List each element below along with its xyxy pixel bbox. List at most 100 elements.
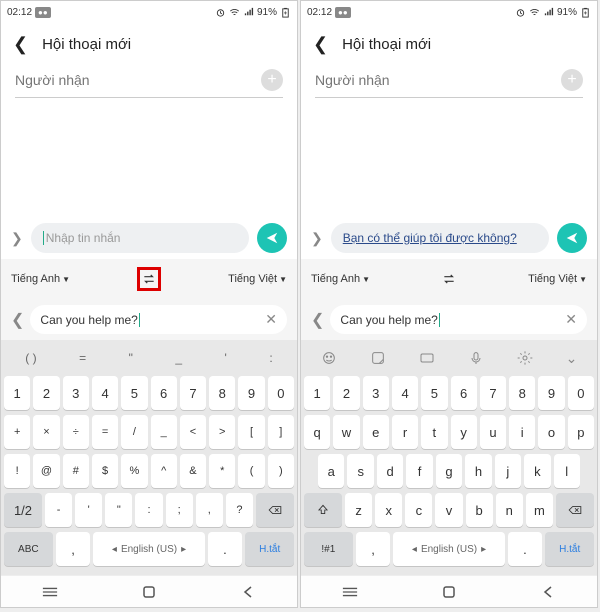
key[interactable]: 0 — [268, 376, 294, 410]
sugg[interactable]: ( ) — [25, 351, 36, 365]
settings-icon[interactable] — [517, 350, 533, 366]
key[interactable]: q — [304, 415, 330, 449]
period-key[interactable]: . — [208, 532, 243, 566]
key[interactable]: 6 — [451, 376, 477, 410]
translate-input[interactable]: Can you help me? ✕ — [30, 305, 287, 334]
key[interactable]: 1 — [4, 376, 30, 410]
back-icon[interactable]: ❮ — [13, 34, 28, 55]
recents-icon[interactable] — [41, 583, 59, 601]
add-recipient-button[interactable]: + — [561, 69, 583, 91]
key[interactable]: ) — [268, 454, 294, 488]
key[interactable]: * — [209, 454, 235, 488]
swap-button[interactable] — [437, 267, 461, 291]
key[interactable]: c — [405, 493, 432, 527]
key[interactable]: # — [63, 454, 89, 488]
space-key[interactable]: ◂English (US)▸ — [93, 532, 204, 566]
key[interactable]: p — [568, 415, 594, 449]
send-button[interactable] — [257, 223, 287, 253]
key[interactable]: ^ — [151, 454, 177, 488]
period-key[interactable]: . — [508, 532, 543, 566]
shortcut-key[interactable]: H.tắt — [545, 532, 594, 566]
back-nav-icon[interactable] — [239, 583, 257, 601]
key[interactable]: 4 — [392, 376, 418, 410]
key[interactable]: n — [496, 493, 523, 527]
collapse-icon[interactable]: ❮ — [11, 310, 24, 330]
recipient-input[interactable] — [315, 72, 561, 88]
key[interactable]: o — [538, 415, 564, 449]
key[interactable]: 8 — [209, 376, 235, 410]
shortcut-key[interactable]: H.tắt — [245, 532, 294, 566]
key[interactable]: 5 — [421, 376, 447, 410]
sugg[interactable]: : — [269, 351, 272, 365]
key[interactable]: h — [465, 454, 491, 488]
gif-icon[interactable] — [419, 350, 435, 366]
abc-key[interactable]: ABC — [4, 532, 53, 566]
sugg[interactable]: " — [129, 351, 133, 365]
key[interactable]: : — [135, 493, 162, 527]
key[interactable]: " — [105, 493, 132, 527]
recipient-input[interactable] — [15, 72, 261, 88]
key[interactable]: l — [554, 454, 580, 488]
message-input[interactable]: Bạn có thể giúp tôi được không? — [331, 223, 549, 253]
clear-icon[interactable]: ✕ — [565, 311, 577, 328]
source-lang[interactable]: Tiếng Anh▼ — [11, 273, 70, 285]
key[interactable]: f — [406, 454, 432, 488]
key[interactable]: & — [180, 454, 206, 488]
key[interactable]: v — [435, 493, 462, 527]
key[interactable]: 7 — [480, 376, 506, 410]
key[interactable]: + — [4, 415, 30, 449]
add-recipient-button[interactable]: + — [261, 69, 283, 91]
key[interactable]: = — [92, 415, 118, 449]
key[interactable]: 8 — [509, 376, 535, 410]
key[interactable]: b — [466, 493, 493, 527]
home-icon[interactable] — [140, 583, 158, 601]
recents-icon[interactable] — [341, 583, 359, 601]
comma-key[interactable]: , — [356, 532, 391, 566]
key[interactable]: ÷ — [63, 415, 89, 449]
key[interactable]: 7 — [180, 376, 206, 410]
space-key[interactable]: ◂English (US)▸ — [393, 532, 504, 566]
key[interactable]: k — [524, 454, 550, 488]
sugg[interactable]: = — [79, 351, 86, 365]
key[interactable]: ( — [238, 454, 264, 488]
key[interactable]: ! — [4, 454, 30, 488]
key[interactable]: × — [33, 415, 59, 449]
shift-key[interactable] — [304, 493, 342, 527]
backspace-key[interactable] — [556, 493, 594, 527]
swap-button[interactable] — [137, 267, 161, 291]
key[interactable]: 0 — [568, 376, 594, 410]
key[interactable]: ' — [75, 493, 102, 527]
key[interactable]: $ — [92, 454, 118, 488]
key[interactable]: , — [196, 493, 223, 527]
key[interactable]: z — [345, 493, 372, 527]
key[interactable]: 2 — [333, 376, 359, 410]
key[interactable]: x — [375, 493, 402, 527]
sticker-icon[interactable] — [370, 350, 386, 366]
source-lang[interactable]: Tiếng Anh▼ — [311, 273, 370, 285]
key[interactable]: m — [526, 493, 553, 527]
sugg[interactable]: _ — [175, 351, 182, 365]
key[interactable]: < — [180, 415, 206, 449]
sugg[interactable]: ' — [225, 351, 227, 365]
key[interactable]: r — [392, 415, 418, 449]
key[interactable]: i — [509, 415, 535, 449]
key[interactable]: 3 — [363, 376, 389, 410]
target-lang[interactable]: Tiếng Việt▼ — [528, 273, 587, 285]
translate-input[interactable]: Can you help me? ✕ — [330, 305, 587, 334]
key[interactable]: - — [45, 493, 72, 527]
mode-key[interactable]: 1/2 — [4, 493, 42, 527]
message-input[interactable]: Nhập tin nhắn — [31, 223, 249, 253]
expand-icon[interactable]: ❯ — [311, 230, 323, 247]
key[interactable]: [ — [238, 415, 264, 449]
key[interactable]: 6 — [151, 376, 177, 410]
key[interactable]: t — [421, 415, 447, 449]
key[interactable]: j — [495, 454, 521, 488]
key[interactable]: 2 — [33, 376, 59, 410]
key[interactable]: > — [209, 415, 235, 449]
key[interactable]: g — [436, 454, 462, 488]
expand-toolbar-icon[interactable]: ⌄ — [566, 350, 578, 367]
clear-icon[interactable]: ✕ — [265, 311, 277, 328]
voice-icon[interactable] — [468, 350, 484, 366]
expand-icon[interactable]: ❯ — [11, 230, 23, 247]
emoji-icon[interactable] — [321, 350, 337, 366]
